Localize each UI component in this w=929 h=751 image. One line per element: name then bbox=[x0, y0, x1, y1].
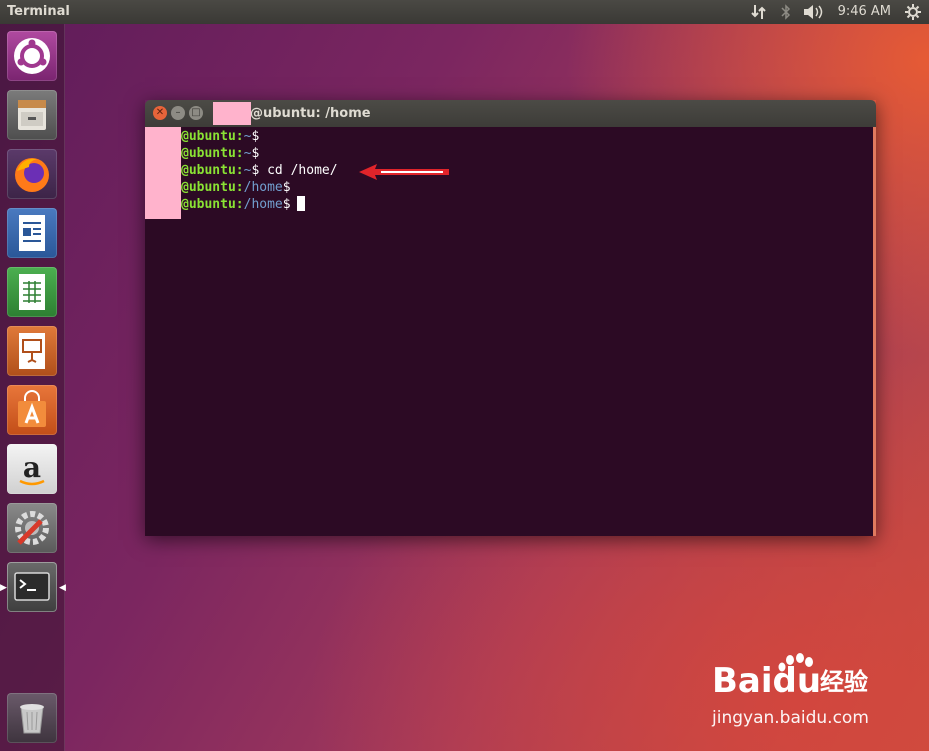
amazon-icon: a bbox=[19, 451, 45, 486]
terminal-line: @ubuntu:/home$ bbox=[181, 196, 305, 213]
terminal-line: @ubuntu:~$ cd /home/ bbox=[181, 162, 338, 179]
window-titlebar[interactable]: ✕ – □ @ubuntu: /home bbox=[145, 100, 876, 127]
redaction-box bbox=[213, 102, 251, 125]
writer-document-icon bbox=[19, 215, 45, 251]
trash-button[interactable] bbox=[7, 693, 57, 743]
baidu-brand-text: Baidu bbox=[712, 661, 821, 701]
firefox-icon bbox=[15, 158, 49, 192]
prompt-symbol: $ bbox=[282, 180, 291, 195]
prompt-user: @ubuntu bbox=[181, 146, 236, 161]
focused-indicator-icon: ◀ bbox=[59, 583, 66, 593]
active-indicator-icon: ▶ bbox=[0, 583, 7, 593]
prompt-path: /home bbox=[243, 180, 283, 195]
prompt-separator: : bbox=[235, 197, 244, 212]
prompt-symbol: $ bbox=[251, 129, 260, 144]
terminal-icon bbox=[14, 572, 50, 601]
annotation-arrow-icon bbox=[359, 164, 449, 180]
close-button[interactable]: ✕ bbox=[153, 106, 167, 120]
shopping-bag-icon bbox=[18, 390, 46, 427]
libreoffice-writer-button[interactable] bbox=[7, 208, 57, 258]
volume-icon[interactable] bbox=[802, 3, 824, 25]
prompt-separator: : bbox=[235, 163, 244, 178]
terminal-line: @ubuntu:~$ bbox=[181, 128, 259, 145]
text-cursor bbox=[296, 196, 305, 211]
launcher: a ▶ ◀ bbox=[0, 24, 66, 751]
baidu-brand-cn-text: 经验 bbox=[820, 668, 868, 696]
prompt-separator: : bbox=[235, 146, 244, 161]
window-title: @ubuntu: /home bbox=[250, 106, 371, 121]
prompt-user: @ubuntu bbox=[181, 197, 236, 212]
minimize-button[interactable]: – bbox=[171, 106, 185, 120]
prompt-separator: : bbox=[235, 129, 244, 144]
libreoffice-impress-button[interactable] bbox=[7, 326, 57, 376]
baidu-watermark: Baidu 经验 bbox=[712, 652, 882, 706]
trash-icon bbox=[20, 704, 44, 734]
calc-spreadsheet-icon bbox=[19, 274, 45, 310]
amazon-button[interactable]: a bbox=[7, 444, 57, 494]
terminal-output[interactable]: @ubuntu:~$ @ubuntu:~$ @ubuntu:~$ cd /hom… bbox=[145, 127, 876, 536]
files-button[interactable] bbox=[7, 90, 57, 140]
ubuntu-logo-icon bbox=[14, 38, 50, 74]
prompt-separator: : bbox=[235, 180, 244, 195]
maximize-button[interactable]: □ bbox=[189, 106, 203, 120]
prompt-user: @ubuntu bbox=[181, 163, 236, 178]
prompt-symbol: $ bbox=[282, 197, 291, 212]
terminal-line: @ubuntu:~$ bbox=[181, 145, 259, 162]
prompt-path: /home bbox=[243, 197, 283, 212]
command-text: cd /home/ bbox=[259, 163, 338, 178]
software-center-button[interactable] bbox=[7, 385, 57, 435]
terminal-launcher-button[interactable] bbox=[7, 562, 57, 612]
settings-wrench-icon bbox=[15, 511, 49, 545]
redaction-box bbox=[145, 127, 181, 219]
ubuntu-dash-button[interactable] bbox=[7, 31, 57, 81]
top-panel: Terminal 9:46 AM bbox=[0, 0, 929, 24]
bluetooth-icon[interactable] bbox=[780, 3, 792, 25]
prompt-user: @ubuntu bbox=[181, 129, 236, 144]
minimize-icon: – bbox=[175, 107, 181, 118]
file-cabinet-icon bbox=[18, 100, 46, 130]
close-icon: ✕ bbox=[155, 107, 165, 118]
network-icon[interactable] bbox=[750, 3, 768, 25]
prompt-user: @ubuntu bbox=[181, 180, 236, 195]
terminal-window[interactable]: ✕ – □ @ubuntu: /home @ubuntu:~$ @ubuntu:… bbox=[145, 100, 876, 536]
system-settings-button[interactable] bbox=[7, 503, 57, 553]
watermark-url: jingyan.baidu.com bbox=[712, 708, 869, 728]
impress-presentation-icon bbox=[19, 333, 45, 369]
gear-icon[interactable] bbox=[904, 3, 922, 25]
svg-text:a: a bbox=[23, 451, 41, 484]
libreoffice-calc-button[interactable] bbox=[7, 267, 57, 317]
baidu-paw-logo-icon: Baidu 经验 bbox=[712, 653, 868, 701]
clock[interactable]: 9:46 AM bbox=[838, 4, 891, 19]
app-title: Terminal bbox=[7, 4, 70, 19]
maximize-icon: □ bbox=[191, 107, 201, 118]
firefox-button[interactable] bbox=[7, 149, 57, 199]
terminal-line: @ubuntu:/home$ bbox=[181, 179, 291, 196]
prompt-symbol: $ bbox=[251, 146, 260, 161]
